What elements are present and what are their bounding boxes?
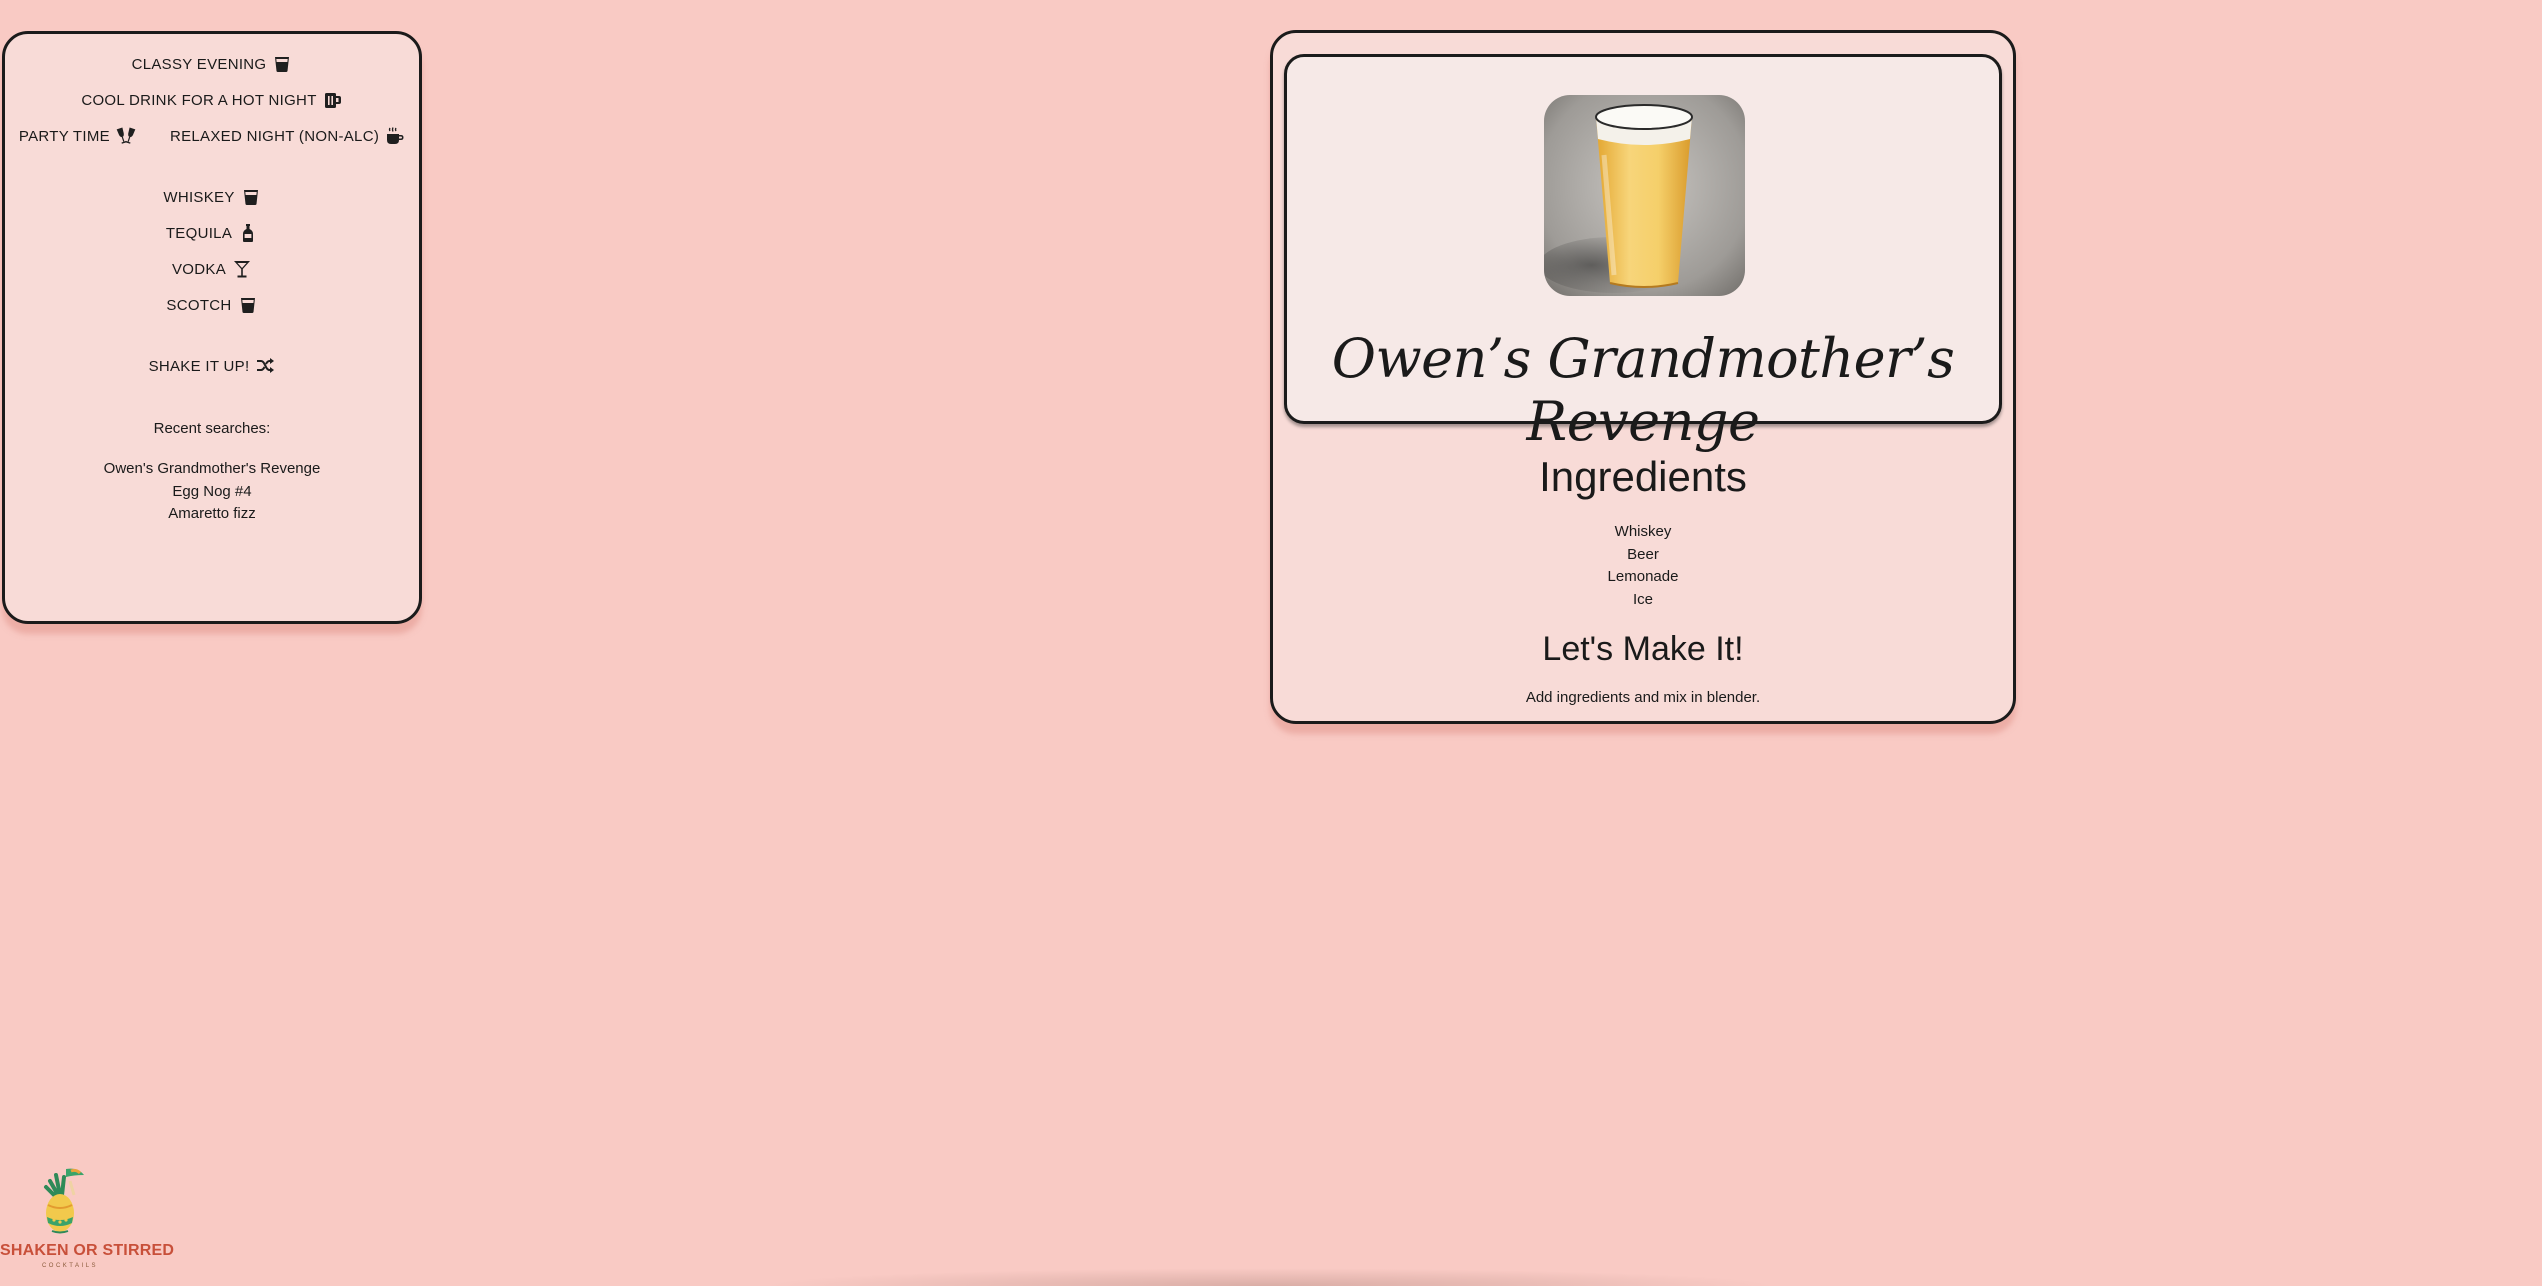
ingredients-heading: Ingredients [1539,453,1747,500]
spirit-row: Scotch [5,295,419,315]
spirit-row: Vodka [5,259,419,279]
mood-cool-drink[interactable]: Cool Drink for a Hot Night [81,90,342,110]
spirit-row: Whiskey [5,187,419,207]
drink-card: Owen’s Grandmother’s Revenge Ingredients… [1270,30,2016,724]
logo-tagline: COCKTAILS [41,1263,99,1269]
spirit-label: Whiskey [163,188,235,206]
spirit-whiskey[interactable]: Whiskey [163,187,260,207]
whiskey-glass-icon [241,187,261,207]
mood-row: Classy Evening [5,54,419,74]
beer-mug-icon [323,90,343,110]
whiskey-glass-icon [272,54,292,74]
mood-party-time[interactable]: Party Time [19,126,136,146]
brand-logo[interactable]: SHAKEN OR STIRRED COCKTAILS [0,1165,175,1277]
shake-row: Shake it up! [5,356,419,376]
champagne-glasses-icon [116,126,136,146]
mood-row: Cool Drink for a Hot Night [5,90,419,110]
shake-it-up-button[interactable]: Shake it up! [149,356,276,376]
mood-classy-evening[interactable]: Classy Evening [132,54,293,74]
mood-label: Party Time [18,127,110,145]
mood-row: Party Time Relaxed Night (Non-Alc) [5,126,419,146]
mood-label: Cool Drink for a Hot Night [81,91,317,109]
mood-label: Relaxed Night (Non-Alc) [169,127,380,145]
coffee-mug-icon [385,126,405,146]
bottom-shadow [760,1268,1780,1286]
spirit-vodka[interactable]: Vodka [172,259,252,279]
spirit-label: Scotch [166,296,232,314]
shake-label: Shake it up! [148,357,250,375]
sidebar: Classy Evening Cool Drink for a Hot Nigh… [2,31,422,624]
ingredient-item: Lemonade [1607,568,1679,585]
instructions-text: Add ingredients and mix in blender. [1525,689,1761,706]
recent-searches-list: Owen's Grandmother's Revenge Egg Nog #4 … [5,458,419,526]
spirit-row: Tequila [5,223,419,243]
pineapple-cocktail-icon [38,1165,90,1237]
ingredient-item: Whiskey [1614,523,1672,540]
shuffle-icon [255,356,275,376]
martini-glass-icon [232,259,252,279]
ingredient-item: Ice [1632,590,1653,608]
spirit-tequila[interactable]: Tequila [166,223,258,243]
drink-header: Owen’s Grandmother’s Revenge [1284,54,2002,453]
drink-photo [1544,95,1745,296]
drink-title: Owen’s Grandmother’s Revenge [1331,327,1955,453]
recent-search-item[interactable]: Owen's Grandmother's Revenge [5,458,419,481]
spirit-label: Tequila [165,224,233,242]
ingredient-item: Beer [1627,545,1659,563]
ingredients-list: Whiskey Beer Lemonade Ice [1273,521,2013,611]
spirit-label: Vodka [171,260,226,278]
logo-name: SHAKEN OR STIRRED [0,1242,175,1259]
bottle-icon [238,223,258,243]
mood-label: Classy Evening [131,55,267,73]
recent-search-item[interactable]: Egg Nog #4 [5,481,419,504]
mood-relaxed-night[interactable]: Relaxed Night (Non-Alc) [170,126,405,146]
instructions-heading: Let's Make It! [1542,630,1744,668]
recent-searches-label: Recent searches: [153,420,271,437]
whiskey-glass-icon [238,295,258,315]
spirit-scotch[interactable]: Scotch [166,295,257,315]
recent-search-item[interactable]: Amaretto fizz [5,503,419,526]
